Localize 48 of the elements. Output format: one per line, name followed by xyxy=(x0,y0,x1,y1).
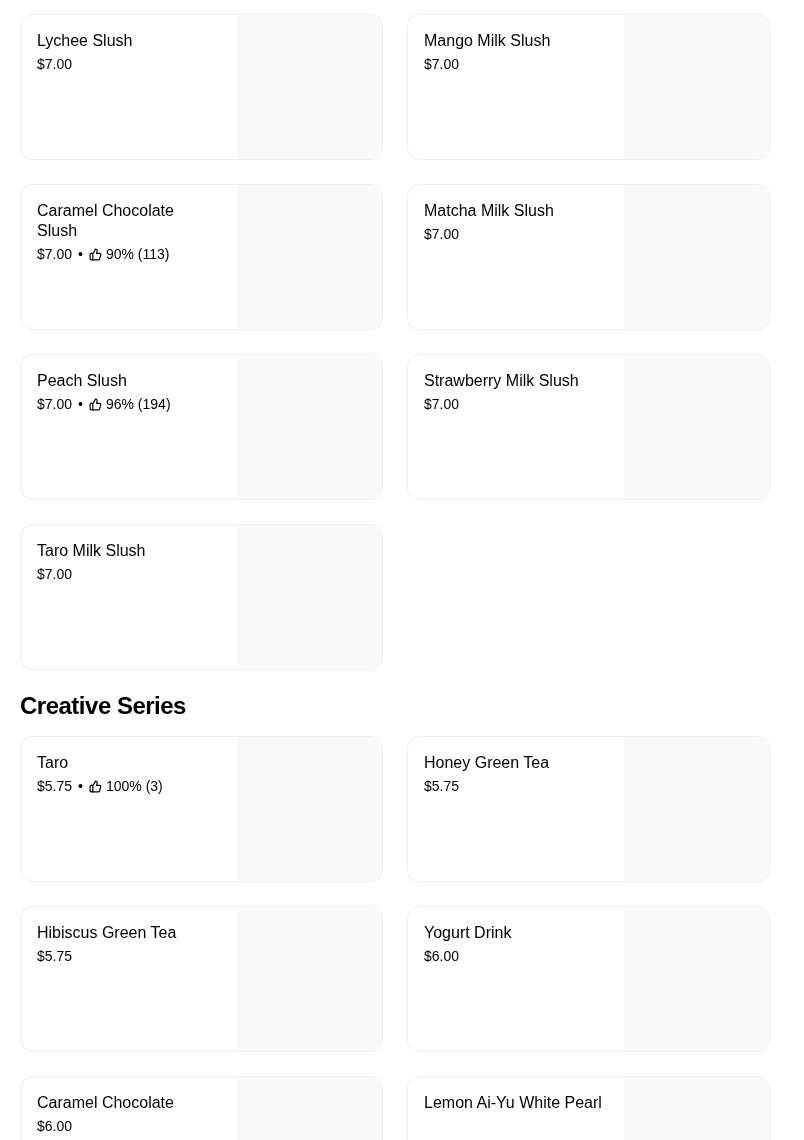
item-price: $7.00 xyxy=(424,395,460,413)
item-price: $6.00 xyxy=(37,1117,73,1135)
item-price: $7.00 xyxy=(37,565,73,583)
item-name: Lemon Ai-Yu White Pearl xyxy=(424,1093,602,1113)
item-name: Matcha Milk Slush xyxy=(424,201,555,221)
separator-dot: • xyxy=(78,395,83,413)
separator-dot: • xyxy=(78,245,83,263)
menu-item-card[interactable]: Matcha Milk Slush $7.00 xyxy=(407,184,770,330)
item-rating: 96% (194) xyxy=(105,395,171,413)
section-heading: Creative Series xyxy=(20,691,187,721)
item-price: $7.00 xyxy=(424,55,460,73)
item-price: $5.75 xyxy=(424,777,460,795)
item-name: Yogurt Drink xyxy=(424,923,513,943)
item-name: Taro xyxy=(37,753,70,773)
item-price: $7.00 xyxy=(37,55,73,73)
menu-item-card[interactable]: Lemon Ai-Yu White Pearl xyxy=(407,1076,770,1140)
item-name: Caramel Chocolate Slush xyxy=(37,201,175,241)
menu-item-card[interactable]: Yogurt Drink $6.00 xyxy=(407,906,770,1052)
separator-dot: • xyxy=(78,777,83,795)
item-rating: 100% (3) xyxy=(105,777,163,795)
item-price: $7.00 xyxy=(37,245,73,263)
item-rating: 90% (113) xyxy=(105,245,170,263)
menu-item-card[interactable]: Honey Green Tea $5.75 xyxy=(407,736,770,882)
menu-item-card[interactable]: Peach Slush $7.00 • 96% (194) xyxy=(20,354,383,500)
menu-item-card[interactable]: Taro $5.75 • 100% (3) xyxy=(20,736,383,882)
item-price: $7.00 xyxy=(37,395,73,413)
thumbs-up-icon xyxy=(88,397,102,411)
item-price: $7.00 xyxy=(424,225,460,243)
menu-item-card[interactable]: Strawberry Milk Slush $7.00 xyxy=(407,354,770,500)
menu-item-card[interactable]: Hibiscus Green Tea $5.75 xyxy=(20,906,383,1052)
menu-item-card[interactable]: Caramel Chocolate $6.00 xyxy=(20,1076,383,1140)
item-price: $5.75 xyxy=(37,947,73,965)
item-name: Mango Milk Slush xyxy=(424,31,552,51)
item-name: Taro Milk Slush xyxy=(37,541,147,561)
item-name: Strawberry Milk Slush xyxy=(424,371,580,391)
item-name: Hibiscus Green Tea xyxy=(37,923,178,943)
item-name: Lychee Slush xyxy=(37,31,134,51)
menu-item-card[interactable]: Lychee Slush $7.00 xyxy=(20,14,383,160)
thumbs-up-icon xyxy=(88,247,102,261)
item-name: Caramel Chocolate xyxy=(37,1093,175,1113)
thumbs-up-icon xyxy=(88,779,102,793)
menu-item-card[interactable]: Taro Milk Slush $7.00 xyxy=(20,524,383,670)
item-price: $5.75 xyxy=(37,777,73,795)
menu-item-card[interactable]: Caramel Chocolate Slush $7.00 • 90% (113) xyxy=(20,184,383,330)
item-name: Honey Green Tea xyxy=(424,753,551,773)
item-price: $6.00 xyxy=(424,947,460,965)
menu-item-card[interactable]: Mango Milk Slush $7.00 xyxy=(407,14,770,160)
item-name: Peach Slush xyxy=(37,371,128,391)
